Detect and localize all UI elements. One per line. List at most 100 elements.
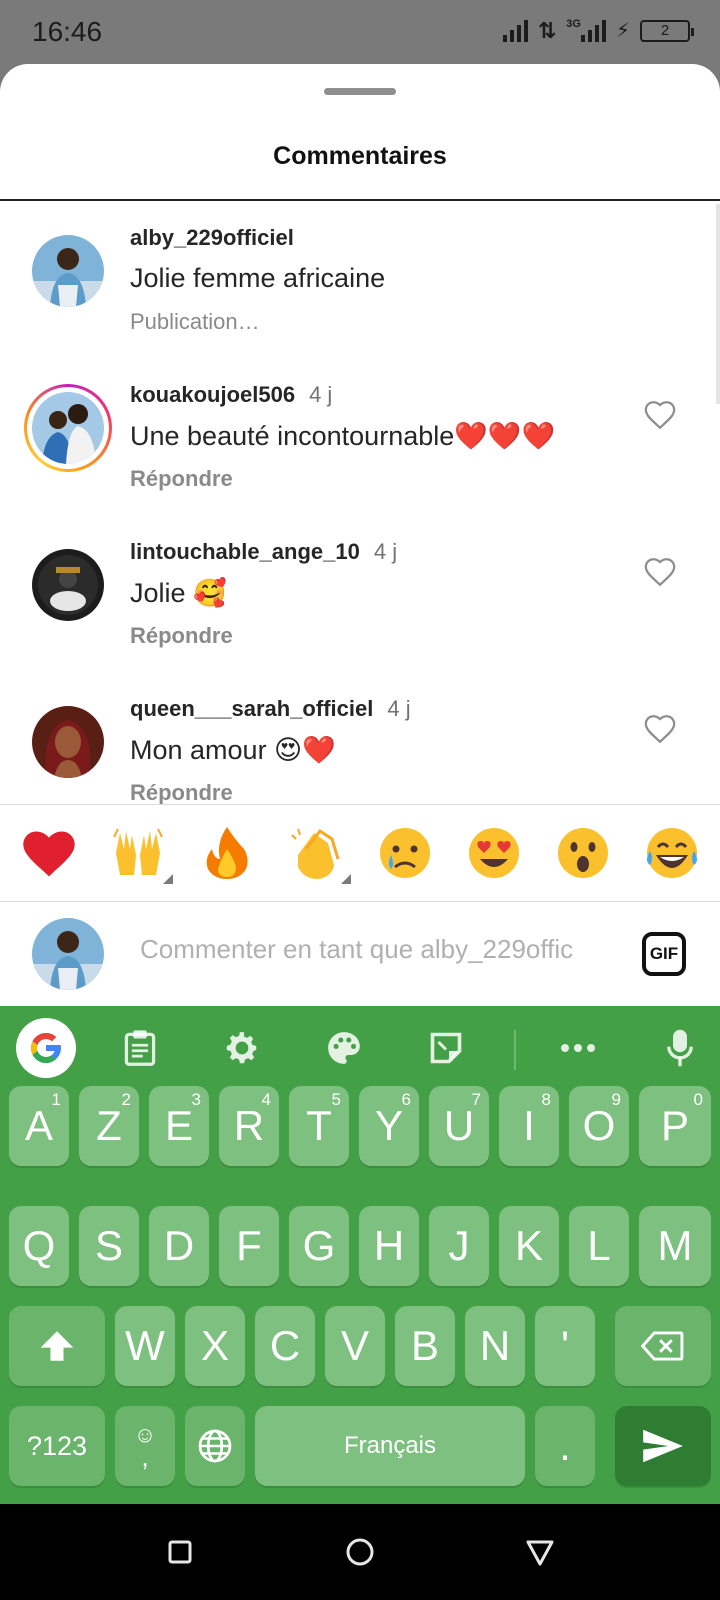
key-k[interactable]: K xyxy=(499,1206,559,1286)
key-i[interactable]: I8 xyxy=(499,1086,559,1166)
avatar[interactable] xyxy=(32,235,104,307)
recent-apps-icon[interactable] xyxy=(162,1534,198,1570)
language-key[interactable] xyxy=(185,1406,245,1486)
key-y[interactable]: Y6 xyxy=(359,1086,419,1166)
key-apostrophe[interactable]: ' xyxy=(535,1306,595,1386)
key-g[interactable]: G xyxy=(289,1206,349,1286)
status-bar: 16:46 ⇅ 3G ⚡ 2 xyxy=(0,0,720,64)
sticker-icon[interactable] xyxy=(424,1026,468,1070)
key-o[interactable]: O9 xyxy=(569,1086,629,1166)
drag-handle[interactable] xyxy=(324,88,396,95)
status-icons: ⇅ 3G ⚡ 2 xyxy=(502,18,694,43)
surprised-face-emoji-button[interactable] xyxy=(550,820,616,886)
key-e[interactable]: E3 xyxy=(149,1086,209,1166)
send-key[interactable] xyxy=(615,1406,711,1486)
heart-eyes-emoji-button[interactable] xyxy=(461,820,527,886)
shift-icon xyxy=(40,1331,74,1361)
key-h[interactable]: H xyxy=(359,1206,419,1286)
key-s[interactable]: S xyxy=(79,1206,139,1286)
battery-icon: 2 xyxy=(640,20,694,42)
signal-icon xyxy=(502,18,528,42)
key-n[interactable]: N xyxy=(465,1306,525,1386)
key-d[interactable]: D xyxy=(149,1206,209,1286)
symbols-key[interactable]: ?123 xyxy=(9,1406,105,1486)
key-v[interactable]: V xyxy=(325,1306,385,1386)
comment-input-row: Commenter en tant que alby_229offic GIF xyxy=(0,902,720,1006)
key-b[interactable]: B xyxy=(395,1306,455,1386)
key-w[interactable]: W xyxy=(115,1306,175,1386)
avatar[interactable] xyxy=(32,549,104,621)
keyboard-toolbar xyxy=(0,1006,720,1092)
toolbar-divider xyxy=(514,1030,516,1070)
scrollbar[interactable] xyxy=(716,204,720,404)
back-icon[interactable] xyxy=(522,1534,558,1570)
heart-icon[interactable] xyxy=(642,398,678,432)
space-key[interactable]: Français xyxy=(255,1406,525,1486)
comment-username[interactable]: queen___sarah_officiel 4 j xyxy=(130,696,411,722)
home-icon[interactable] xyxy=(342,1534,378,1570)
crying-face-emoji-button[interactable] xyxy=(372,820,438,886)
key-a[interactable]: A1 xyxy=(9,1086,69,1166)
comment-text: Mon amour 😍❤️ xyxy=(130,735,336,765)
surprised-face-icon xyxy=(557,828,608,878)
reply-button[interactable]: Répondre xyxy=(130,623,233,649)
backspace-icon xyxy=(641,1331,684,1361)
comment-username[interactable]: kouakoujoel506 4 j xyxy=(130,382,332,408)
laughing-face-icon xyxy=(646,828,697,878)
key-p[interactable]: P0 xyxy=(639,1086,711,1166)
key-z[interactable]: Z2 xyxy=(79,1086,139,1166)
data-transfer-icon: ⇅ xyxy=(537,18,557,43)
palette-icon[interactable] xyxy=(322,1026,366,1070)
laughing-face-emoji-button[interactable] xyxy=(639,820,705,886)
comment-item: lintouchable_ange_10 4 j Jolie 🥰 Répondre xyxy=(0,515,720,665)
heart-eyes-icon xyxy=(468,828,519,878)
navigation-bar xyxy=(0,1504,720,1600)
key-r[interactable]: R4 xyxy=(219,1086,279,1166)
key-l[interactable]: L xyxy=(569,1206,629,1286)
comment-time: 4 j xyxy=(373,539,398,564)
microphone-icon[interactable] xyxy=(658,1026,702,1070)
avatar[interactable] xyxy=(32,706,104,778)
comment-time: 4 j xyxy=(387,696,411,721)
key-x[interactable]: X xyxy=(185,1306,245,1386)
comment-item: queen___sarah_officiel 4 j Mon amour 😍❤️ … xyxy=(0,672,720,822)
google-icon[interactable] xyxy=(16,1018,76,1078)
raising-hands-icon xyxy=(112,828,163,875)
heart-icon[interactable] xyxy=(642,555,678,589)
reply-button[interactable]: Répondre xyxy=(130,466,233,492)
key-j[interactable]: J xyxy=(429,1206,489,1286)
reply-button[interactable]: Répondre xyxy=(130,780,233,806)
shift-key[interactable] xyxy=(9,1306,105,1386)
key-u[interactable]: U7 xyxy=(429,1086,489,1166)
key-m[interactable]: M xyxy=(639,1206,711,1286)
clapping-hands-emoji-button[interactable] xyxy=(283,820,351,886)
network-type-label: 3G xyxy=(566,18,581,30)
comments-list[interactable]: alby_229officiel Jolie femme africaine P… xyxy=(0,201,720,868)
clipboard-icon[interactable] xyxy=(118,1026,162,1070)
comment-item: alby_229officiel Jolie femme africaine P… xyxy=(0,201,720,351)
comment-time: 4 j xyxy=(309,382,333,407)
settings-gear-icon[interactable] xyxy=(220,1026,264,1070)
key-f[interactable]: F xyxy=(219,1206,279,1286)
comment-item: kouakoujoel506 4 j Une beauté incontourna… xyxy=(0,358,720,508)
fire-emoji-button[interactable] xyxy=(194,820,260,886)
raising-hands-emoji-button[interactable] xyxy=(105,820,173,886)
comment-username[interactable]: lintouchable_ange_10 4 j xyxy=(130,539,397,565)
period-key[interactable]: . xyxy=(535,1406,595,1486)
key-q[interactable]: Q xyxy=(9,1206,69,1286)
avatar[interactable] xyxy=(24,384,112,472)
heart-emoji-button[interactable] xyxy=(16,820,82,886)
key-c[interactable]: C xyxy=(255,1306,315,1386)
key-t[interactable]: T5 xyxy=(289,1086,349,1166)
gif-button[interactable]: GIF xyxy=(642,932,686,976)
fire-icon xyxy=(206,827,248,879)
status-time: 16:46 xyxy=(32,16,103,47)
comment-username[interactable]: alby_229officiel xyxy=(130,225,294,251)
current-user-avatar xyxy=(32,918,104,990)
comment-text: Une beauté incontournable❤️❤️❤️ xyxy=(130,421,556,451)
more-options-icon[interactable] xyxy=(556,1026,600,1070)
comment-input[interactable]: Commenter en tant que alby_229offic xyxy=(140,934,610,974)
heart-icon[interactable] xyxy=(642,712,678,746)
emoji-comma-key[interactable]: ☺ , xyxy=(115,1406,175,1486)
backspace-key[interactable] xyxy=(615,1306,711,1386)
